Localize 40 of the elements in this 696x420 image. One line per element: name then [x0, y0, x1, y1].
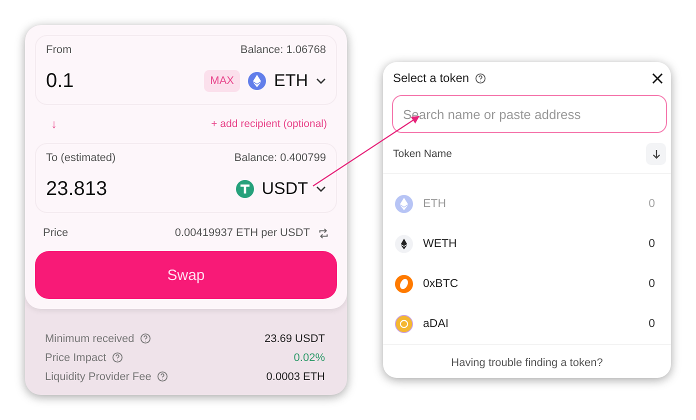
detail-label: Minimum received	[45, 332, 134, 344]
price-value: 0.00419937 ETH per USDT	[174, 227, 310, 239]
arrow-down-icon[interactable]: ↓	[51, 117, 57, 131]
help-icon[interactable]	[112, 352, 124, 363]
search-field[interactable]: Search name or paste address	[392, 95, 667, 133]
price-label: Price	[43, 227, 68, 239]
column-header: Token Name	[393, 148, 452, 160]
coin-icon	[395, 315, 413, 333]
detail-label: Liquidity Provider Fee	[45, 370, 152, 382]
detail-value: 0.02%	[294, 352, 325, 364]
help-icon[interactable]	[475, 72, 486, 84]
ethereum-icon	[395, 235, 413, 253]
token-selector[interactable]: ETH	[248, 71, 326, 91]
close-icon[interactable]	[652, 72, 663, 84]
from-label: From	[46, 44, 72, 56]
amount-input[interactable]: 23.813	[46, 178, 108, 200]
detail-label: Price Impact	[45, 352, 106, 364]
token-selector[interactable]: USDT	[236, 179, 326, 199]
detail-value: 23.69 USDT	[264, 332, 325, 344]
coin-icon	[395, 275, 413, 293]
token-row[interactable]: aDAI 0	[383, 304, 671, 344]
to-label: To (estimated)	[46, 152, 116, 164]
ethereum-icon	[248, 72, 266, 90]
balance-text: Balance: 1.06768	[240, 44, 326, 56]
detail-value: 0.0003 ETH	[266, 370, 325, 382]
token-row[interactable]: 0xBTC 0	[383, 264, 671, 304]
swap-icon[interactable]	[318, 228, 329, 238]
balance-text: Balance: 0.400799	[234, 152, 326, 164]
chevron-down-icon	[316, 186, 326, 192]
ethereum-icon	[395, 195, 413, 213]
tether-icon	[236, 180, 254, 198]
amount-input[interactable]: 0.1	[46, 70, 74, 92]
sort-button[interactable]	[646, 143, 666, 165]
help-icon[interactable]	[157, 371, 168, 382]
help-link[interactable]: Having trouble finding a token?	[451, 345, 603, 369]
arrow-down-icon	[652, 148, 660, 160]
token-row[interactable]: WETH 0	[383, 224, 671, 264]
chevron-down-icon	[316, 78, 326, 84]
dialog-title: Select a token	[393, 71, 470, 85]
help-icon[interactable]	[140, 333, 152, 344]
